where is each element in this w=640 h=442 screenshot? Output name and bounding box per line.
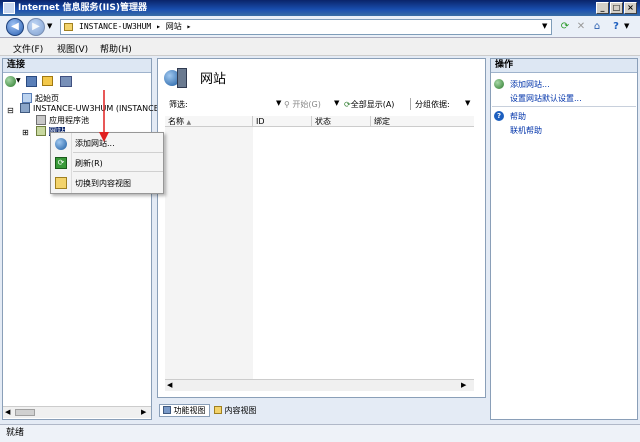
- add-site-icon: [494, 79, 504, 89]
- expand-sites-icon[interactable]: ⊞: [22, 128, 29, 137]
- start-page-icon: [22, 93, 32, 103]
- sites-folder-icon: [36, 126, 46, 136]
- toolbar-divider: [410, 98, 411, 110]
- action-help[interactable]: 帮助: [510, 111, 526, 122]
- col-status[interactable]: 状态: [312, 116, 371, 127]
- back-button[interactable]: ◀: [6, 18, 24, 36]
- page-title: 网站: [200, 72, 227, 87]
- binoculars-icon: ⚲: [284, 100, 290, 109]
- connections-toolbar: ▼: [5, 75, 151, 89]
- features-view-icon: [163, 406, 171, 414]
- table-hscroll[interactable]: ◀ ▶: [165, 379, 474, 391]
- tree-item-server[interactable]: INSTANCE-UW3HUM (INSTANCE-: [20, 103, 162, 115]
- connect-dropdown-icon[interactable]: ▼: [16, 77, 21, 84]
- sort-asc-icon: ▲: [186, 119, 192, 126]
- col-bindings[interactable]: 绑定: [371, 116, 474, 127]
- action-add-site[interactable]: 添加网站...: [510, 79, 550, 90]
- iis-app-icon: [3, 2, 15, 14]
- status-bar: 就绪: [0, 424, 640, 442]
- minimize-button[interactable]: _: [596, 2, 609, 14]
- group-by-label: 分组依据:: [415, 100, 450, 109]
- menu-bar: [0, 38, 640, 56]
- table-scroll-right-icon[interactable]: ▶: [461, 381, 466, 389]
- help-icon[interactable]: ?: [608, 19, 624, 35]
- address-dropdown-icon[interactable]: ▼: [542, 22, 547, 30]
- menu-file[interactable]: 文件(F): [13, 42, 43, 55]
- collapse-server-icon[interactable]: ⊟: [7, 106, 14, 115]
- ctx-switch-content-view[interactable]: 切换到内容视图: [75, 178, 131, 189]
- sites-table-header: 名称 ▲ ID 状态 绑定: [165, 116, 474, 127]
- scroll-left-icon[interactable]: ◀: [5, 408, 10, 416]
- menu-help[interactable]: 帮助(H): [100, 42, 132, 55]
- action-online-help[interactable]: 联机帮助: [510, 125, 542, 136]
- filter-dropdown-icon[interactable]: ▼: [276, 99, 281, 107]
- refresh-icon[interactable]: ⟳: [557, 19, 573, 35]
- start-dropdown-icon[interactable]: ▼: [334, 99, 339, 107]
- folder-up-icon[interactable]: [42, 76, 53, 86]
- context-menu-divider-2: [73, 171, 163, 172]
- title-bar: Internet 信息服务(IIS)管理器: [0, 0, 640, 16]
- content-view-icon: [214, 406, 222, 414]
- context-menu-divider: [73, 152, 163, 153]
- connect-icon[interactable]: [5, 76, 16, 87]
- scroll-thumb[interactable]: [15, 409, 35, 416]
- server-icon: [20, 103, 30, 113]
- switch-content-view-icon: [55, 177, 67, 189]
- window-title: Internet 信息服务(IIS)管理器: [18, 3, 147, 13]
- show-all-button[interactable]: ⟳全部显示(A): [344, 99, 394, 110]
- tab-features-view[interactable]: 功能视图: [159, 404, 210, 417]
- filter-input[interactable]: [195, 98, 280, 110]
- refresh-menu-icon: ⟳: [55, 157, 67, 169]
- connections-hscroll[interactable]: ◀ ▶: [3, 406, 151, 418]
- help-circle-icon: ?: [494, 111, 504, 121]
- start-filter-button[interactable]: ⚲ 开始(G): [284, 99, 321, 110]
- context-menu-gutter: [71, 133, 72, 193]
- annotation-arrow: [99, 90, 109, 142]
- forward-button[interactable]: ▶: [27, 18, 45, 36]
- show-all-icon: ⟳: [344, 100, 351, 109]
- delete-connection-icon[interactable]: [60, 76, 72, 87]
- scroll-right-icon[interactable]: ▶: [141, 408, 146, 416]
- actions-divider: [492, 106, 636, 107]
- address-path: INSTANCE-UW3HUM ▸ 网站 ▸: [79, 22, 192, 31]
- close-button[interactable]: ×: [624, 2, 637, 14]
- page-icon: [64, 23, 73, 31]
- filter-label: 筛选:: [169, 100, 188, 109]
- home-icon[interactable]: ⌂: [589, 19, 605, 35]
- address-field[interactable]: INSTANCE-UW3HUM ▸ 网站 ▸: [60, 19, 552, 35]
- menu-view[interactable]: 视图(V): [57, 42, 88, 55]
- maximize-button[interactable]: □: [610, 2, 623, 14]
- save-icon[interactable]: [26, 76, 37, 87]
- tab-content-view[interactable]: 内容视图: [214, 405, 257, 416]
- table-scroll-left-icon[interactable]: ◀: [167, 381, 172, 389]
- stop-icon[interactable]: ✕: [573, 19, 589, 35]
- ctx-refresh[interactable]: 刷新(R): [75, 158, 103, 169]
- connections-header: 连接: [3, 59, 151, 73]
- group-by-dropdown-icon[interactable]: ▼: [465, 99, 470, 107]
- websites-large-icon: [164, 66, 192, 92]
- add-website-icon: [55, 138, 67, 150]
- sites-table-body: [165, 127, 253, 379]
- history-dropdown-icon[interactable]: ▼: [47, 22, 52, 30]
- app-pool-icon: [36, 115, 46, 125]
- action-set-defaults[interactable]: 设置网站默认设置...: [510, 93, 582, 104]
- help-dropdown-icon[interactable]: ▼: [624, 22, 629, 30]
- col-id[interactable]: ID: [253, 116, 312, 127]
- status-text: 就绪: [6, 428, 25, 438]
- actions-header: 操作: [491, 59, 637, 73]
- col-name[interactable]: 名称 ▲: [165, 116, 253, 127]
